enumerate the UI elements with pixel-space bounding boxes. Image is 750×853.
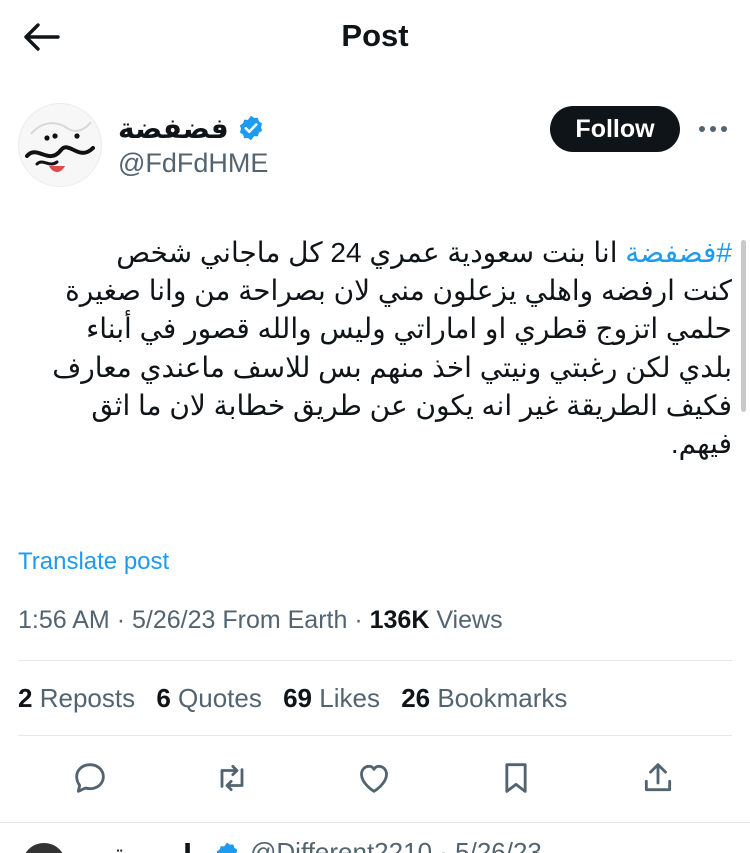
page-title: Post (341, 18, 409, 53)
repost-icon (220, 764, 244, 792)
next-reply-preview[interactable]: ليسمة @Different2210 · 5/26/23 (0, 823, 750, 853)
like-button[interactable] (352, 756, 396, 800)
follow-button[interactable]: Follow (550, 106, 680, 152)
post-source: From Earth (222, 606, 348, 634)
stat-likes[interactable]: 69 Likes (283, 683, 380, 713)
tweet-line-4: بلدي لكن رغبتي ونيتي اخذ منهم بس للاسف م… (52, 351, 732, 383)
author-handle[interactable]: @FdFdHME (118, 146, 268, 180)
more-button[interactable] (696, 112, 730, 146)
author-display-name: فضفضة (118, 112, 229, 144)
more-horizontal-icon (699, 126, 727, 132)
reply-icon (75, 763, 105, 793)
divider (18, 660, 732, 661)
share-button[interactable] (636, 756, 680, 800)
engagement-stats: 2 Reposts 6 Quotes 69 Likes 26 Bookmarks (18, 680, 581, 716)
reply-handle: @Different2210 · 5/26/23 (250, 837, 542, 853)
heart-icon (360, 764, 388, 793)
views-label: Views (436, 606, 503, 634)
tweet-line-5: فكيف الطريقة غير انه يكون عن طريق خطابة … (91, 389, 732, 421)
calligraphy-logo-avatar (25, 121, 95, 172)
tweet-line-6: فيهم. (670, 428, 732, 460)
tweet-text: #فضفضة انا بنت سعودية عمري 24 كل ماجاني … (18, 234, 732, 463)
translate-post-link[interactable]: Translate post (18, 546, 169, 578)
top-bar: Post (0, 0, 750, 72)
reply-author-name: ليسمة (112, 839, 192, 853)
author-name[interactable]: فضفضة (118, 110, 265, 146)
verified-badge-icon (239, 115, 262, 141)
scrollbar[interactable] (741, 240, 746, 412)
verified-badge-icon (216, 842, 238, 853)
tweet-line-3: حلمي اتزوج قطري او اماراتي وليس والله قص… (86, 313, 732, 345)
post-meta: 1:56 AM · 5/26/23 From Earth · 136K View… (18, 606, 503, 634)
avatar[interactable] (18, 103, 102, 187)
divider (18, 735, 732, 736)
post-time: 1:56 AM (18, 606, 110, 634)
hashtag-link[interactable]: #فضفضة (625, 237, 732, 268)
stat-quotes[interactable]: 6 Quotes (156, 683, 262, 713)
tweet-line-2: كنت ارفضه واهلي يزعلون مني لان بصراحة من… (65, 275, 732, 307)
repost-button[interactable] (210, 756, 254, 800)
stat-reposts[interactable]: 2 Reposts (18, 683, 135, 713)
reply-button[interactable] (68, 756, 112, 800)
tweet-line-1: #فضفضة انا بنت سعودية عمري 24 كل ماجاني … (116, 237, 732, 268)
post-date: 5/26/23 (131, 606, 216, 634)
bookmark-icon (505, 763, 527, 793)
bookmark-button[interactable] (494, 756, 538, 800)
stat-bookmarks[interactable]: 26 Bookmarks (401, 683, 567, 713)
share-icon (644, 763, 672, 792)
reply-avatar[interactable] (22, 843, 66, 853)
views-count: 136K (369, 606, 430, 634)
